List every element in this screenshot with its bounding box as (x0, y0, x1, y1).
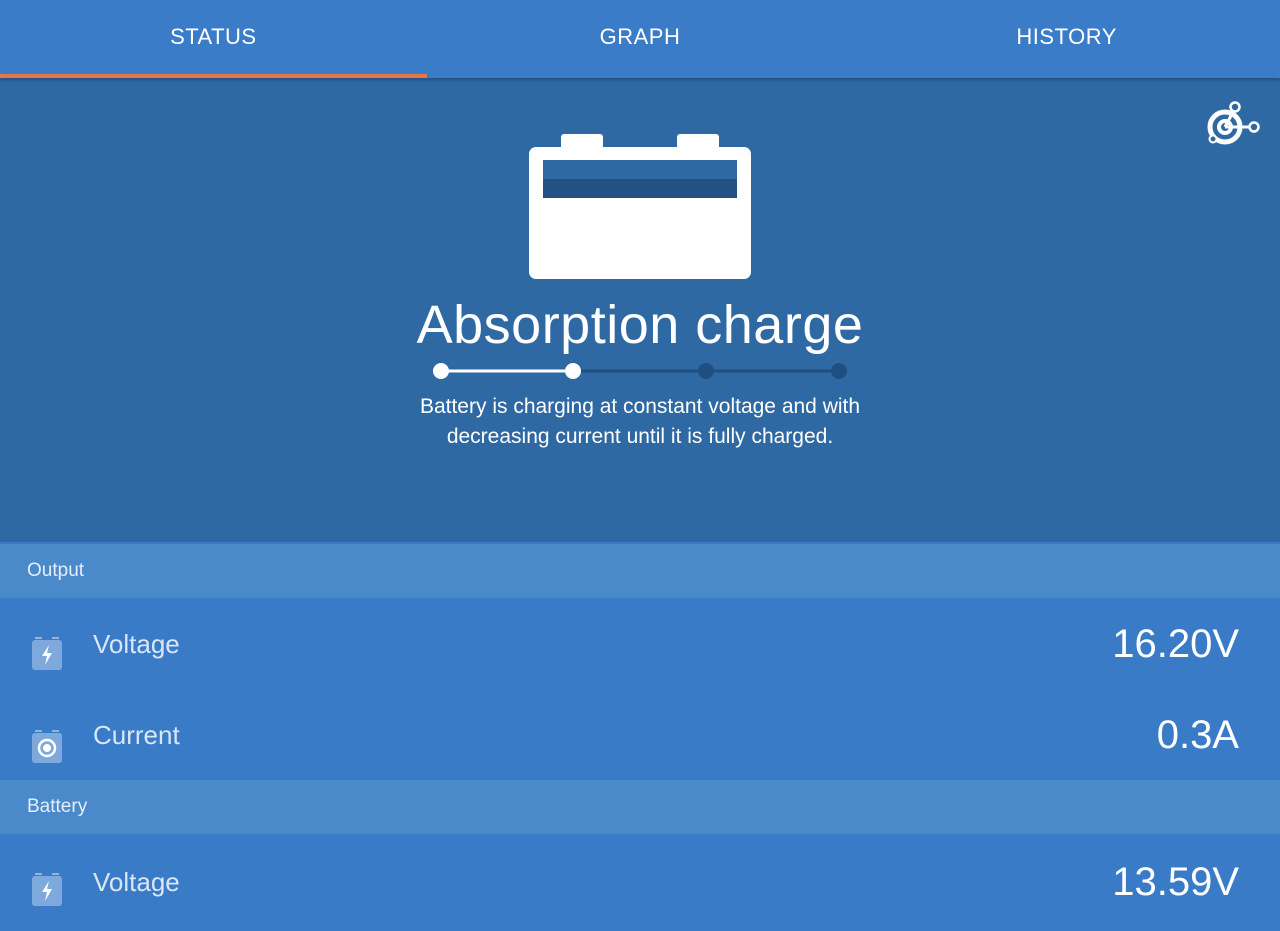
voltage-icon (32, 873, 62, 906)
tab-bar: STATUS GRAPH HISTORY (0, 0, 1280, 78)
progress-step-2 (565, 363, 581, 379)
voltage-icon (32, 637, 62, 670)
output-current-value: 0.3A (1156, 713, 1239, 757)
progress-step-1 (433, 363, 449, 379)
progress-step-3 (698, 363, 714, 379)
progress-step-4 (831, 363, 847, 379)
output-current-row: Current 0.3A (0, 691, 1280, 780)
current-icon (32, 730, 62, 763)
output-current-label: Current (93, 720, 180, 750)
output-voltage-label: Voltage (93, 629, 180, 659)
charge-state-title: Absorption charge (416, 295, 864, 355)
output-section-header: Output (0, 544, 1280, 598)
charge-progress-indicator (433, 363, 847, 379)
charge-state-description: Battery is charging at constant voltage … (340, 392, 940, 452)
description-line-1: Battery is charging at constant voltage … (419, 395, 861, 418)
tab-status[interactable]: STATUS (0, 0, 427, 78)
tab-graph[interactable]: GRAPH (427, 0, 854, 78)
tab-status-label: STATUS (170, 24, 257, 49)
battery-voltage-row: Voltage 13.59V (0, 834, 1280, 931)
battery-section-header: Battery (0, 780, 1280, 834)
output-voltage-value: 16.20V (1112, 622, 1239, 666)
charge-state-panel: Absorption charge Battery is charging at… (0, 78, 1280, 542)
battery-section-title: Battery (27, 796, 88, 817)
output-section-title: Output (27, 560, 85, 581)
battery-voltage-value: 13.59V (1112, 860, 1239, 904)
battery-voltage-label: Voltage (93, 867, 180, 897)
output-voltage-row: Voltage 16.20V (0, 598, 1280, 691)
tab-history-label: HISTORY (1016, 24, 1117, 49)
battery-icon (529, 134, 751, 279)
description-line-2: decreasing current until it is fully cha… (446, 425, 834, 448)
tab-history[interactable]: HISTORY (853, 0, 1280, 78)
bluetooth-connect-icon[interactable] (1203, 100, 1263, 148)
tab-graph-label: GRAPH (599, 24, 681, 49)
